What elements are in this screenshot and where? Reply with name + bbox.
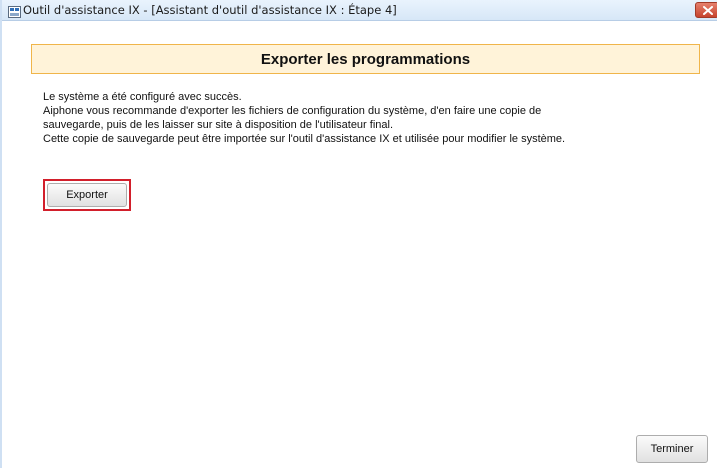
close-icon <box>703 6 713 15</box>
finish-button[interactable]: Terminer <box>636 435 708 463</box>
step-header: Exporter les programmations <box>31 44 700 74</box>
wizard-window: Outil d'assistance IX - [Assistant d'out… <box>0 0 717 468</box>
instruction-line: Aiphone vous recommande d'exporter les f… <box>43 105 542 117</box>
instruction-line: sauvegarde, puis de les laisser sur site… <box>43 119 394 131</box>
title-bar[interactable]: Outil d'assistance IX - [Assistant d'out… <box>2 0 717 21</box>
instruction-line: Le système a été configuré avec succès. <box>43 91 242 103</box>
app-icon <box>8 5 21 18</box>
export-button-highlight: Exporter <box>43 179 131 211</box>
export-button[interactable]: Exporter <box>47 183 127 207</box>
instruction-line: Cette copie de sauvegarde peut être impo… <box>43 133 566 145</box>
instructions-text: Le système a été configuré avec succès. … <box>43 90 663 146</box>
window-title: Outil d'assistance IX - [Assistant d'out… <box>23 3 397 17</box>
close-button[interactable] <box>695 2 717 18</box>
page-title: Exporter les programmations <box>260 51 471 68</box>
